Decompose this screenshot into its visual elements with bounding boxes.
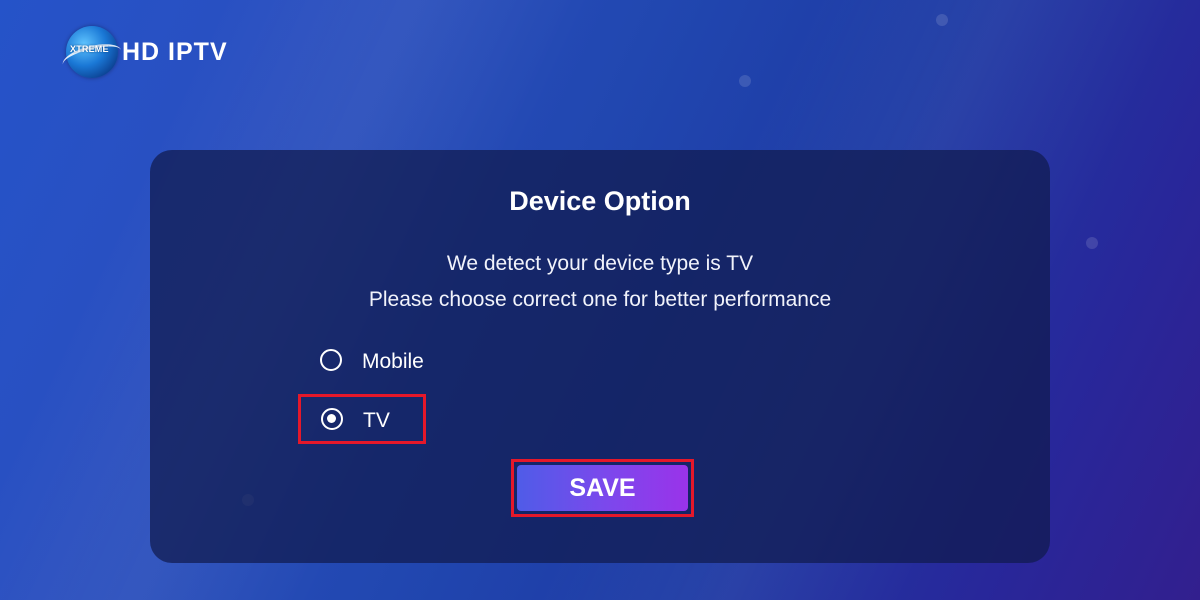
globe-logo-icon: XTREME [60,26,124,78]
dialog-title: Device Option [509,186,691,216]
device-option-dialog: Device Option We detect your device type… [150,150,1050,563]
app-logo: XTREME HD IPTV [60,26,228,78]
background-dot [1086,237,1098,249]
radio-unchecked-icon[interactable] [320,349,342,371]
radio-checked-icon[interactable] [321,408,343,430]
detect-message: We detect your device type is TV [446,252,754,275]
choose-message: Please choose correct one for better per… [368,288,832,311]
option-tv[interactable]: TV [298,394,426,444]
logo-badge-text: XTREME [70,44,109,54]
option-tv-label: TV [363,409,390,432]
background-dot [739,75,751,87]
option-mobile-label: Mobile [362,350,424,373]
background-dot [936,14,948,26]
option-mobile[interactable]: Mobile [320,346,424,374]
save-button[interactable]: SAVE [517,465,688,511]
save-button-highlight: SAVE [511,459,694,517]
app-name: HD IPTV [122,37,228,66]
